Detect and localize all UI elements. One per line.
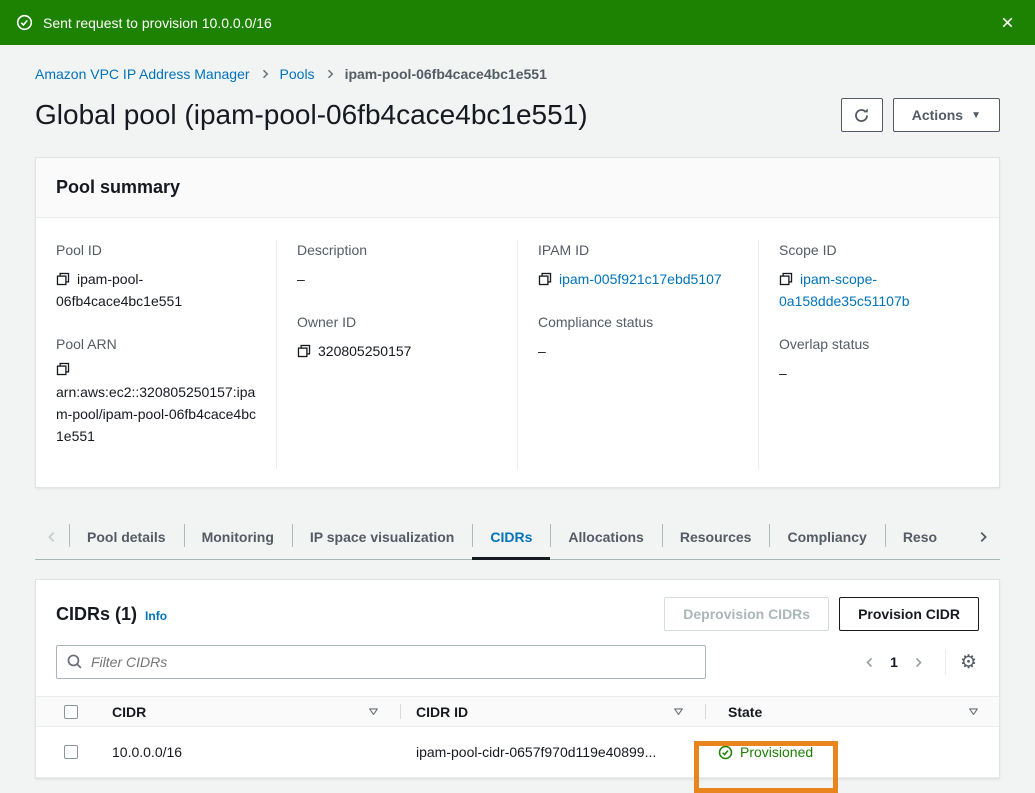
tab-pool-details[interactable]: Pool details	[69, 514, 184, 559]
tabs-scroll-left-icon[interactable]	[35, 514, 69, 559]
description-value: –	[297, 268, 497, 290]
tab-allocations[interactable]: Allocations	[550, 514, 661, 559]
refresh-button[interactable]	[841, 98, 883, 132]
tab-monitoring[interactable]: Monitoring	[184, 514, 292, 559]
field-label: Scope ID	[779, 240, 979, 260]
flashbar-message: Sent request to provision 10.0.0.0/16	[43, 15, 272, 31]
tab-resources[interactable]: Resources	[662, 514, 770, 559]
cidrs-count: (1)	[115, 604, 137, 624]
search-icon	[66, 653, 83, 673]
tabs-scroll-right-icon[interactable]	[966, 514, 1000, 559]
overlap-status-value: –	[779, 362, 979, 384]
pagination-page-1[interactable]: 1	[890, 654, 898, 670]
tab-cidrs[interactable]: CIDRs	[472, 514, 550, 559]
copy-icon[interactable]	[56, 362, 70, 379]
field-label: Description	[297, 240, 497, 260]
summary-column-1: Pool ID ipam-pool-06fb4cace4bc1e551 Pool…	[36, 240, 276, 469]
column-label: CIDR ID	[416, 704, 468, 720]
pool-id-value: ipam-pool-06fb4cace4bc1e551	[56, 271, 182, 309]
breadcrumb-current: ipam-pool-06fb4cace4bc1e551	[345, 66, 547, 82]
chevron-right-icon	[259, 68, 271, 80]
copy-icon[interactable]	[56, 272, 70, 286]
pagination-next-icon[interactable]	[906, 652, 931, 673]
field-label: Overlap status	[779, 334, 979, 354]
pool-arn-value: arn:aws:ec2::320805250157:ipam-pool/ipam…	[56, 381, 256, 447]
table-header: CIDR CIDR ID State	[36, 696, 999, 727]
chevron-right-icon	[324, 68, 336, 80]
column-header-cidr-id[interactable]: CIDR ID	[401, 697, 706, 726]
compliance-status-value: –	[538, 340, 738, 362]
column-label: CIDR	[112, 704, 146, 720]
pool-summary-title: Pool summary	[36, 158, 999, 218]
field-label: Compliance status	[538, 312, 738, 332]
copy-icon[interactable]	[297, 344, 311, 358]
field-scope-id: Scope ID ipam-scope-0a158dde35c51107b	[779, 240, 979, 312]
tab-compliancy[interactable]: Compliancy	[769, 514, 884, 559]
column-header-cidr[interactable]: CIDR	[96, 697, 401, 726]
copy-icon[interactable]	[779, 272, 793, 286]
copy-icon[interactable]	[538, 272, 552, 286]
caret-down-icon: ▼	[971, 110, 981, 121]
field-label: Pool ID	[56, 240, 256, 260]
field-owner-id: Owner ID 320805250157	[297, 312, 497, 362]
tab-resource-planning[interactable]: Reso	[885, 514, 966, 559]
breadcrumb-link-ipam[interactable]: Amazon VPC IP Address Manager	[35, 66, 250, 82]
breadcrumb-link-pools[interactable]: Pools	[280, 66, 315, 82]
refresh-icon	[853, 107, 870, 124]
field-label: IPAM ID	[538, 240, 738, 260]
field-pool-id: Pool ID ipam-pool-06fb4cace4bc1e551	[56, 240, 256, 312]
settings-gear-icon[interactable]: ⚙	[958, 651, 979, 674]
field-label: Pool ARN	[56, 334, 256, 354]
owner-id-value: 320805250157	[318, 343, 411, 359]
pool-summary-card: Pool summary Pool ID ipam-pool-06fb4cace…	[35, 157, 1000, 488]
breadcrumb: Amazon VPC IP Address Manager Pools ipam…	[35, 45, 1000, 88]
ipam-id-link[interactable]: ipam-005f921c17ebd5107	[559, 271, 722, 287]
field-compliance-status: Compliance status –	[538, 312, 738, 362]
check-circle-icon	[16, 14, 33, 31]
summary-column-2: Description – Owner ID 320805250157	[276, 240, 517, 469]
cidr-id-cell: ipam-pool-cidr-0657f970d119e40899...	[401, 744, 706, 760]
page-title: Global pool (ipam-pool-06fb4cace4bc1e551…	[35, 99, 588, 131]
state-badge: Provisioned	[740, 744, 813, 760]
tab-ip-space-visualization[interactable]: IP space visualization	[292, 514, 472, 559]
tab-bar: Pool details Monitoring IP space visuali…	[35, 514, 1000, 560]
cidrs-panel: CIDRs (1) Info Deprovision CIDRs Provisi…	[35, 579, 1000, 779]
cidrs-title: CIDRs (1)	[56, 604, 137, 625]
row-checkbox[interactable]	[36, 745, 96, 759]
sort-icon[interactable]	[968, 706, 979, 717]
filter-cidrs-input[interactable]	[56, 645, 706, 679]
sort-icon[interactable]	[368, 706, 379, 717]
field-ipam-id: IPAM ID ipam-005f921c17ebd5107	[538, 240, 738, 290]
summary-column-4: Scope ID ipam-scope-0a158dde35c51107b Ov…	[758, 240, 999, 469]
scope-id-link[interactable]: ipam-scope-0a158dde35c51107b	[779, 271, 910, 309]
cidr-cell: 10.0.0.0/16	[96, 744, 401, 760]
column-header-state[interactable]: State	[706, 697, 999, 726]
provisioned-check-icon	[718, 745, 733, 760]
pagination-previous-icon[interactable]	[857, 652, 882, 673]
deprovision-cidrs-button[interactable]: Deprovision CIDRs	[664, 597, 829, 631]
actions-button-label: Actions	[912, 107, 963, 123]
field-pool-arn: Pool ARN arn:aws:ec2::320805250157:ipam-…	[56, 334, 256, 447]
column-label: State	[728, 704, 762, 720]
actions-button[interactable]: Actions ▼	[893, 98, 1000, 132]
provision-cidr-button[interactable]: Provision CIDR	[839, 597, 979, 631]
sort-icon[interactable]	[673, 706, 684, 717]
summary-column-3: IPAM ID ipam-005f921c17ebd5107 Complianc…	[517, 240, 758, 469]
field-overlap-status: Overlap status –	[779, 334, 979, 384]
success-flashbar: Sent request to provision 10.0.0.0/16	[0, 0, 1035, 45]
divider	[945, 649, 946, 675]
table-row: 10.0.0.0/16 ipam-pool-cidr-0657f970d119e…	[36, 727, 999, 778]
info-link[interactable]: Info	[145, 609, 167, 623]
close-icon[interactable]	[996, 11, 1019, 34]
state-cell: Provisioned	[706, 744, 999, 760]
field-description: Description –	[297, 240, 497, 290]
field-label: Owner ID	[297, 312, 497, 332]
select-all-checkbox[interactable]	[36, 697, 96, 726]
